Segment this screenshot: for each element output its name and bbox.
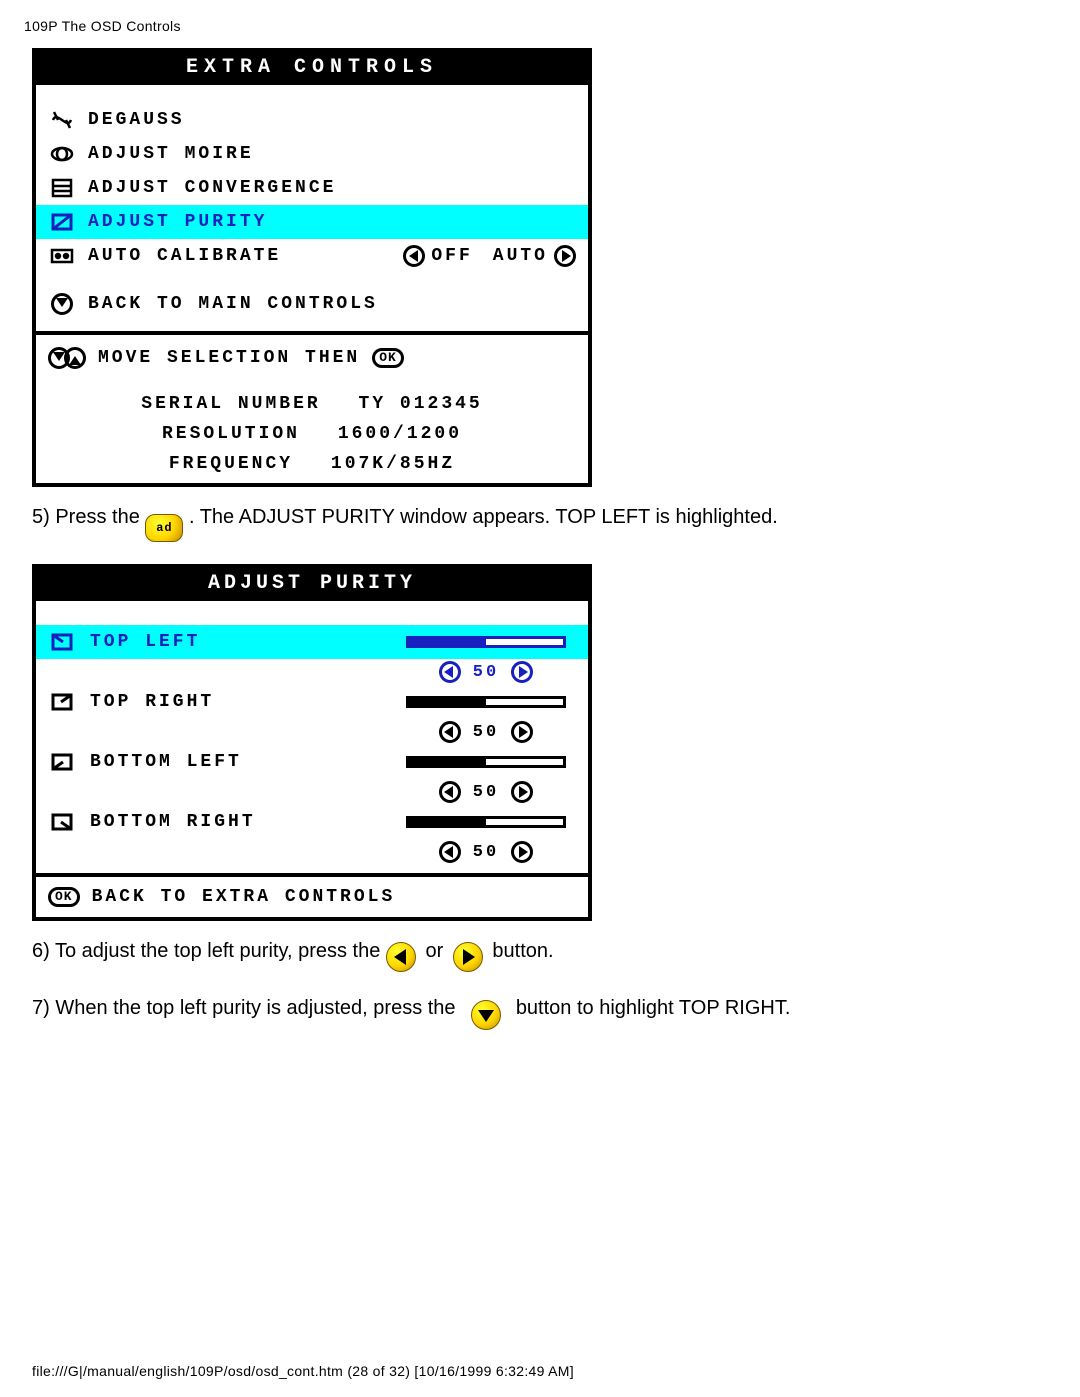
- purity-top-left-value: 50: [396, 660, 576, 684]
- adjust-purity-osd: Adjust Purity Top Left 50: [32, 564, 592, 921]
- right-arrow-icon[interactable]: [511, 781, 533, 803]
- menu-item-label: Adjust Convergence: [88, 178, 336, 198]
- menu-item-label: Degauss: [88, 110, 185, 130]
- moire-icon: [50, 142, 74, 166]
- extra-controls-title: Extra Controls: [36, 52, 588, 85]
- purity-icon: [50, 210, 74, 234]
- degauss-icon: [50, 108, 74, 132]
- down-arrow-icon: [51, 293, 73, 315]
- top-right-icon: [50, 690, 74, 714]
- down-button-icon: [471, 1000, 501, 1030]
- purity-item-label: Top Left: [90, 632, 382, 652]
- menu-item-convergence[interactable]: Adjust Convergence: [36, 171, 588, 205]
- step-6-text: 6) To adjust the top left purity, press …: [32, 937, 1056, 972]
- menu-item-label: Adjust Purity: [88, 212, 267, 232]
- purity-item-label: Bottom Right: [90, 812, 382, 832]
- left-arrow-icon[interactable]: [439, 781, 461, 803]
- purity-item-bottom-left[interactable]: Bottom Left: [36, 745, 588, 779]
- purity-top-left-bar: [406, 636, 566, 648]
- autocalibrate-off-label: Off: [431, 246, 472, 266]
- left-arrow-icon[interactable]: [439, 721, 461, 743]
- adjust-purity-title: Adjust Purity: [36, 568, 588, 601]
- purity-bottom-left-value: 50: [396, 780, 576, 804]
- convergence-icon: [50, 176, 74, 200]
- left-button-icon: [386, 942, 416, 972]
- step-7-text: 7) When the top left purity is adjusted,…: [32, 994, 1056, 1030]
- bottom-left-icon: [50, 750, 74, 774]
- autocalibrate-auto-label: Auto: [493, 246, 548, 266]
- right-arrow-icon[interactable]: [511, 721, 533, 743]
- left-arrow-icon[interactable]: [439, 841, 461, 863]
- up-arrow-icon: [64, 347, 86, 369]
- menu-item-back[interactable]: Back to Main Controls: [36, 287, 588, 321]
- menu-item-autocalibrate[interactable]: Auto Calibrate Off Auto: [36, 239, 588, 273]
- purity-bottom-right-bar: [406, 816, 566, 828]
- extra-controls-osd: Extra Controls Degauss Adjust Moire Adju…: [32, 48, 592, 487]
- right-arrow-icon[interactable]: [511, 841, 533, 863]
- back-to-extra-controls[interactable]: OK Back to Extra Controls: [36, 877, 588, 917]
- back-label: Back to Extra Controls: [92, 887, 396, 907]
- page-header: 109P The OSD Controls: [24, 18, 1056, 34]
- purity-top-right-bar: [406, 696, 566, 708]
- ok-icon: OK: [48, 887, 80, 907]
- purity-item-top-left[interactable]: Top Left: [36, 625, 588, 659]
- menu-item-label: Adjust Moire: [88, 144, 254, 164]
- info-frequency: Frequency 107K/85Hz: [36, 449, 588, 479]
- menu-item-label: Auto Calibrate: [88, 246, 281, 266]
- autocalibrate-icon: [50, 244, 74, 268]
- purity-item-label: Top Right: [90, 692, 382, 712]
- step-5-text: 5) Press the ad . The ADJUST PURITY wind…: [32, 503, 1056, 542]
- purity-bottom-left-bar: [406, 756, 566, 768]
- right-button-icon: [453, 942, 483, 972]
- menu-item-purity[interactable]: Adjust Purity: [36, 205, 588, 239]
- top-left-icon: [50, 630, 74, 654]
- right-arrow-icon[interactable]: [511, 661, 533, 683]
- menu-item-label: Back to Main Controls: [88, 294, 378, 314]
- info-serial: Serial Number TY 012345: [36, 389, 588, 419]
- purity-top-right-value: 50: [396, 720, 576, 744]
- page-footer: file:///G|/manual/english/109P/osd/osd_c…: [32, 1363, 574, 1379]
- ok-icon: OK: [372, 348, 404, 368]
- move-selection-hint: Move Selection then OK: [36, 341, 588, 375]
- purity-bottom-right-value: 50: [396, 840, 576, 864]
- info-resolution: Resolution 1600/1200: [36, 419, 588, 449]
- purity-item-top-right[interactable]: Top Right: [36, 685, 588, 719]
- menu-item-moire[interactable]: Adjust Moire: [36, 137, 588, 171]
- purity-item-bottom-right[interactable]: Bottom Right: [36, 805, 588, 839]
- bottom-right-icon: [50, 810, 74, 834]
- left-arrow-icon: [403, 245, 425, 267]
- menu-item-degauss[interactable]: Degauss: [36, 103, 588, 137]
- ok-button-icon: ad: [145, 514, 183, 542]
- hint-label: Move Selection then: [98, 348, 360, 368]
- purity-item-label: Bottom Left: [90, 752, 382, 772]
- left-arrow-icon[interactable]: [439, 661, 461, 683]
- right-arrow-icon: [554, 245, 576, 267]
